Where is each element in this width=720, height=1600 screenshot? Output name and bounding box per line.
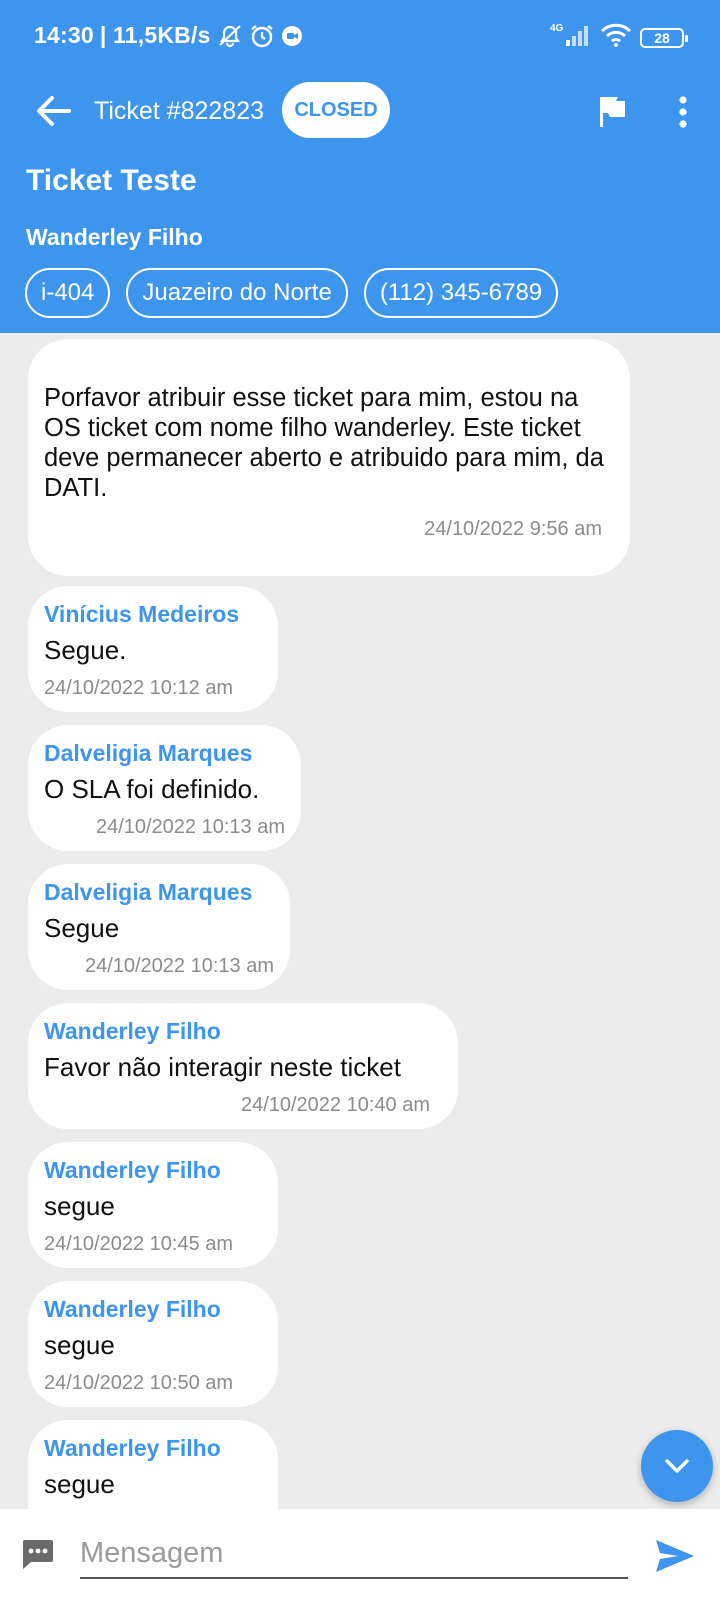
battery-icon: 28 xyxy=(640,27,688,48)
message-bubble: Vinícius Medeiros Segue. 24/10/2022 10:1… xyxy=(28,586,278,712)
message-time: 24/10/2022 10:13 am xyxy=(84,955,274,977)
scroll-to-bottom-button[interactable] xyxy=(641,1430,713,1502)
back-arrow-icon xyxy=(37,96,71,126)
requester-name: Wanderley Filho xyxy=(26,224,203,250)
message-author: Dalveligia Marques xyxy=(44,740,253,766)
message-text: segue xyxy=(44,1191,115,1221)
message-author: Wanderley Filho xyxy=(44,1018,221,1044)
message-bubble: Porfavor atribuir esse ticket para mim, … xyxy=(28,339,630,576)
flag-icon xyxy=(600,97,625,127)
status-network-speed: | 11,5KB/s xyxy=(99,22,211,48)
message-bubble: Wanderley Filho Favor não interagir nest… xyxy=(28,1003,458,1129)
mute-icon xyxy=(217,24,243,48)
message-composer xyxy=(0,1509,720,1600)
more-options-button[interactable] xyxy=(668,92,698,132)
message-time: 24/10/2022 10:13 am xyxy=(95,816,285,838)
message-text: segue xyxy=(44,1469,115,1499)
send-icon xyxy=(656,1540,694,1572)
message-text: Segue xyxy=(44,913,120,943)
battery-level: 28 xyxy=(654,29,670,46)
message-time: 24/10/2022 10:40 am xyxy=(240,1094,430,1116)
chip-location[interactable]: Juazeiro do Norte xyxy=(126,268,348,318)
status-badge: CLOSED xyxy=(282,82,390,138)
back-button[interactable] xyxy=(30,88,76,134)
chip-extension[interactable]: i-404 xyxy=(25,268,111,318)
ticket-number: Ticket #822823 xyxy=(94,97,265,125)
message-author: Wanderley Filho xyxy=(44,1157,221,1183)
message-bubble: Wanderley Filho segue xyxy=(28,1420,278,1509)
status-time: 14:30 xyxy=(34,22,94,48)
message-text: Favor não interagir neste ticket xyxy=(44,1052,401,1082)
message-author: Dalveligia Marques xyxy=(44,879,253,905)
message-time: 24/10/2022 10:12 am xyxy=(44,677,234,699)
signal-icon: 4G xyxy=(550,22,592,53)
more-vert-icon xyxy=(679,96,687,128)
scroll-down-icon xyxy=(665,1459,689,1473)
app-header: 14:30 | 11,5KB/s 4G 28 Ticket #822823 CL… xyxy=(0,0,720,333)
status-bar: 14:30 | 11,5KB/s 4G 28 xyxy=(0,0,720,72)
message-text: O SLA foi definido. xyxy=(44,774,260,804)
network-type-label: 4G xyxy=(550,23,564,34)
message-thread[interactable]: Porfavor atribuir esse ticket para mim, … xyxy=(0,333,720,1509)
message-bubble: Dalveligia Marques O SLA foi definido. 2… xyxy=(28,725,301,851)
message-bubble: Wanderley Filho segue 24/10/2022 10:45 a… xyxy=(28,1142,278,1268)
message-bubble: Dalveligia Marques Segue 24/10/2022 10:1… xyxy=(28,864,290,990)
app-notification-icon xyxy=(281,25,303,47)
ticket-info-chips: i-404 Juazeiro do Norte (112) 345-6789 xyxy=(25,268,559,318)
message-text: segue xyxy=(44,1330,115,1360)
emoji-icon xyxy=(23,1540,53,1569)
message-time: 24/10/2022 9:56 am xyxy=(424,518,602,540)
attach-button[interactable] xyxy=(18,1535,56,1573)
flag-button[interactable] xyxy=(594,92,630,132)
wifi-icon xyxy=(600,23,632,52)
chip-phone[interactable]: (112) 345-6789 xyxy=(363,268,559,318)
alarm-icon xyxy=(249,23,275,49)
app-bar: Ticket #822823 CLOSED xyxy=(0,78,720,144)
message-time: 24/10/2022 10:50 am xyxy=(44,1372,234,1394)
ticket-title: Ticket Teste xyxy=(26,164,197,197)
message-author: Vinícius Medeiros xyxy=(44,601,240,627)
send-button[interactable] xyxy=(652,1535,698,1577)
message-author: Wanderley Filho xyxy=(44,1296,221,1322)
message-bubble: Wanderley Filho segue 24/10/2022 10:50 a… xyxy=(28,1281,278,1407)
message-text: Segue. xyxy=(44,635,127,665)
message-time: 24/10/2022 10:45 am xyxy=(44,1233,234,1255)
message-author: Wanderley Filho xyxy=(44,1435,221,1461)
message-text: Porfavor atribuir esse ticket para mim, … xyxy=(44,384,604,502)
message-input[interactable] xyxy=(80,1533,628,1579)
